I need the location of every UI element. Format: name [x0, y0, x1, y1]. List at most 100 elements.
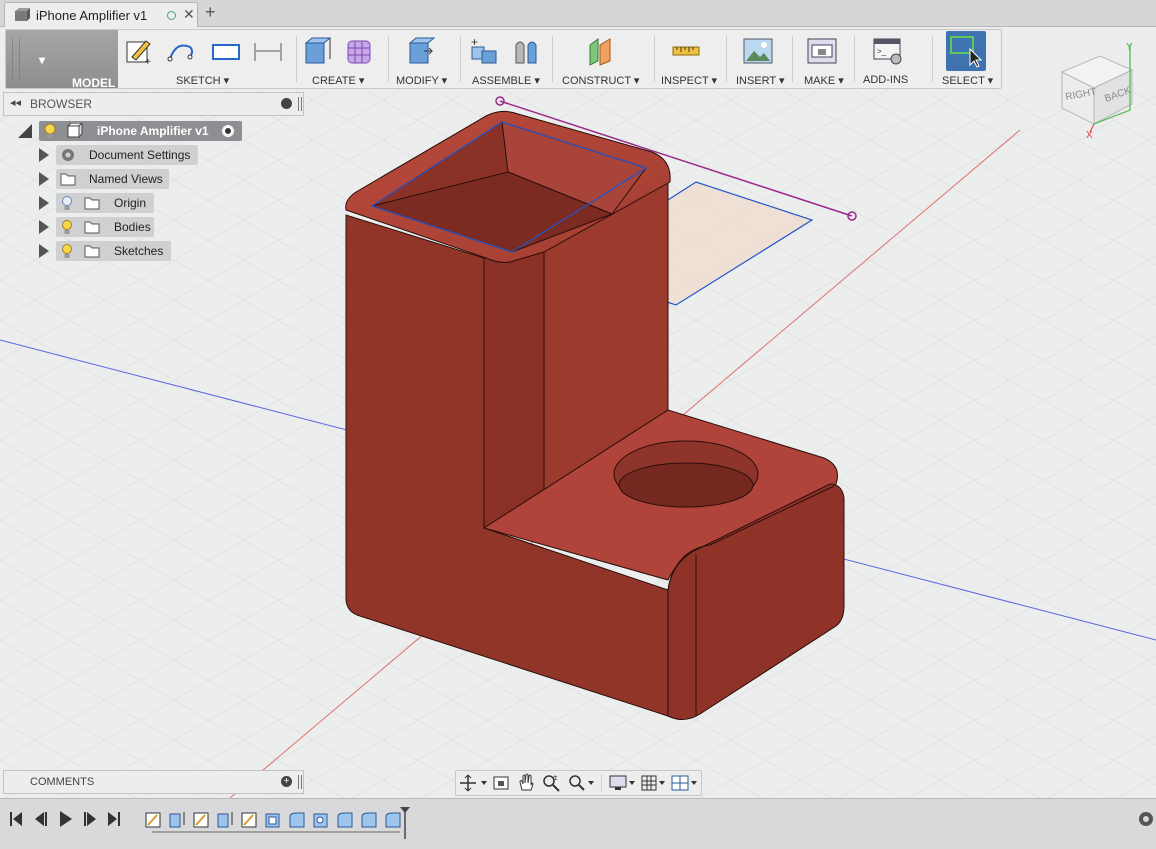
- panel-resize-grip[interactable]: [298, 97, 302, 111]
- joint-icon[interactable]: [510, 35, 542, 67]
- scripts-icon[interactable]: >_: [872, 35, 904, 67]
- browser-item-origin[interactable]: Origin: [56, 193, 154, 213]
- timeline-feature-fillet[interactable]: [385, 812, 401, 828]
- insert-menu[interactable]: INSERT ▾: [736, 74, 785, 87]
- play-icon[interactable]: [60, 811, 72, 827]
- axis-x-label: X: [1086, 130, 1093, 141]
- previous-step-icon[interactable]: [35, 812, 47, 826]
- go-to-start-icon[interactable]: [10, 812, 22, 826]
- toolbar-separator: [296, 36, 297, 82]
- select-button[interactable]: [946, 31, 986, 71]
- browser-root-label: iPhone Amplifier v1: [97, 124, 209, 138]
- viewports-icon[interactable]: [670, 772, 700, 794]
- go-to-end-icon[interactable]: [108, 812, 120, 826]
- new-component-icon[interactable]: +: [468, 35, 500, 67]
- folder-icon: [84, 197, 100, 210]
- axis-y-label: Y: [1126, 42, 1133, 53]
- browser-item-sketches[interactable]: Sketches: [56, 241, 171, 261]
- comments-panel[interactable]: COMMENTS +: [3, 770, 304, 794]
- browser-item-document-settings[interactable]: Document Settings: [56, 145, 198, 165]
- lightbulb-on-icon[interactable]: [60, 219, 74, 235]
- timeline-feature-sketch[interactable]: [145, 812, 161, 828]
- lightbulb-on-icon[interactable]: [60, 243, 74, 259]
- main-toolbar: MODEL ▾ + SKETCH ▾ CREATE ▾ MODIFY ▾ + A…: [5, 29, 1002, 90]
- expand-icon[interactable]: [39, 196, 49, 210]
- collapse-root-icon[interactable]: [18, 124, 32, 138]
- timeline-feature-fillet[interactable]: [337, 812, 353, 828]
- sketch-icon[interactable]: +: [124, 35, 156, 67]
- fit-icon[interactable]: [566, 772, 596, 794]
- lightbulb-on-icon[interactable]: [43, 123, 57, 139]
- browser-item-named-views[interactable]: Named Views: [56, 169, 169, 189]
- timeline: [0, 798, 1156, 849]
- timeline-controls: [10, 807, 1153, 839]
- folder-icon: [84, 221, 100, 234]
- new-tab-button[interactable]: +: [205, 2, 216, 23]
- toolbar-separator: [552, 36, 553, 82]
- orbit-icon[interactable]: [458, 772, 488, 794]
- expand-icon[interactable]: [39, 148, 49, 162]
- gear-icon: [62, 149, 74, 161]
- document-tab[interactable]: iPhone Amplifier v1 ✕: [4, 2, 198, 27]
- timeline-feature-fillet[interactable]: [289, 812, 305, 828]
- browser-root-node[interactable]: iPhone Amplifier v1: [39, 121, 242, 141]
- construct-menu[interactable]: CONSTRUCT ▾: [562, 74, 639, 87]
- timeline-feature-sketch[interactable]: [241, 812, 257, 828]
- browser-panel-header[interactable]: ◂◂ BROWSER: [3, 92, 304, 116]
- look-at-icon[interactable]: [491, 772, 511, 794]
- decal-icon[interactable]: [742, 35, 774, 67]
- timeline-feature-shell[interactable]: [265, 813, 280, 828]
- print-icon[interactable]: [806, 35, 838, 67]
- add-comment-icon[interactable]: +: [281, 776, 292, 787]
- measure-icon[interactable]: [670, 35, 702, 67]
- activate-radio-icon[interactable]: [222, 125, 234, 137]
- svg-text:+: +: [471, 35, 478, 49]
- lightbulb-off-icon[interactable]: [60, 195, 74, 211]
- zoom-icon[interactable]: ±: [540, 772, 562, 794]
- add-ins-menu: ADD-INS: [863, 74, 909, 86]
- folder-icon: [60, 173, 76, 186]
- document-icon: [15, 8, 30, 21]
- pan-icon[interactable]: [516, 772, 536, 794]
- grid-icon[interactable]: [639, 772, 669, 794]
- toolbar-separator: [792, 36, 793, 82]
- expand-icon[interactable]: [39, 172, 49, 186]
- component-icon: [67, 123, 83, 139]
- arc-icon[interactable]: [166, 35, 198, 67]
- modify-menu[interactable]: MODIFY ▾: [396, 74, 447, 87]
- workspace-switcher[interactable]: MODEL ▾: [6, 30, 118, 90]
- press-pull-icon[interactable]: [404, 35, 436, 67]
- form-icon[interactable]: [344, 35, 376, 67]
- panel-resize-grip[interactable]: [298, 775, 302, 789]
- minimize-browser-icon[interactable]: [281, 98, 292, 109]
- gear-icon[interactable]: [1139, 812, 1153, 826]
- expand-icon[interactable]: [39, 244, 49, 258]
- rectangle-icon[interactable]: [210, 35, 242, 67]
- make-menu[interactable]: MAKE ▾: [804, 74, 844, 87]
- next-step-icon[interactable]: [84, 812, 96, 826]
- create-menu[interactable]: CREATE ▾: [312, 74, 364, 87]
- timeline-feature-fillet[interactable]: [361, 812, 377, 828]
- timeline-feature-extrude[interactable]: [217, 812, 233, 828]
- display-icon[interactable]: [608, 772, 638, 794]
- offset-plane-icon[interactable]: [584, 35, 616, 67]
- select-menu[interactable]: SELECT ▾: [942, 74, 993, 87]
- expand-icon[interactable]: [39, 220, 49, 234]
- toolbar-separator: [388, 36, 389, 82]
- timeline-marker[interactable]: [400, 807, 410, 839]
- collapse-panel-icon[interactable]: ◂◂: [10, 96, 21, 109]
- assemble-menu[interactable]: ASSEMBLE ▾: [472, 74, 540, 87]
- sketch-menu[interactable]: SKETCH ▾: [176, 74, 229, 87]
- extrude-icon[interactable]: [302, 35, 334, 67]
- timeline-feature-extrude[interactable]: [169, 812, 185, 828]
- toolbar-grip[interactable]: [12, 38, 20, 80]
- toolbar-separator: [854, 36, 855, 82]
- inspect-menu[interactable]: INSPECT ▾: [661, 74, 717, 87]
- timeline-feature-hole[interactable]: [313, 813, 328, 828]
- timeline-feature-sketch[interactable]: [193, 812, 209, 828]
- browser-item-bodies[interactable]: Bodies: [56, 217, 154, 237]
- dimension-icon[interactable]: [252, 35, 284, 67]
- close-tab-icon[interactable]: ✕: [183, 6, 195, 23]
- select-icon: [950, 36, 983, 68]
- navigation-bar: ±: [455, 770, 702, 796]
